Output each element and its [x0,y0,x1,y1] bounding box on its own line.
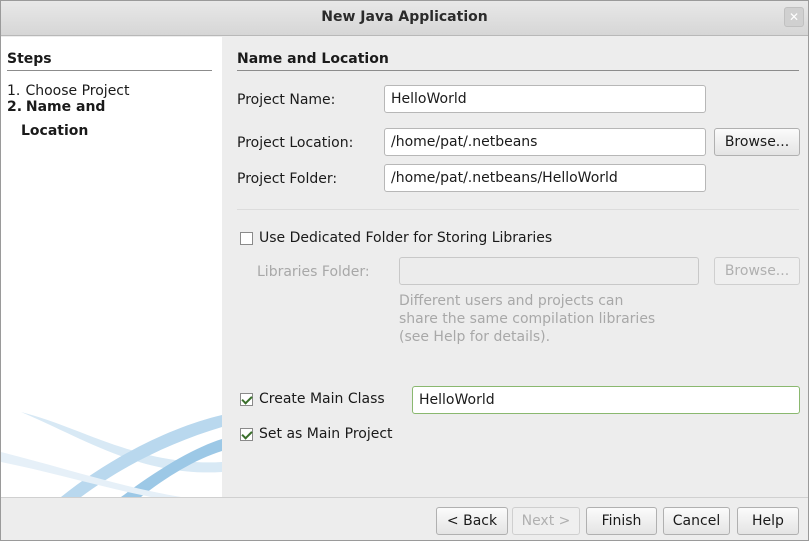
main-class-field[interactable] [412,386,800,414]
dedicated-folder-checkbox[interactable]: Use Dedicated Folder for Storing Librari… [240,230,552,246]
create-main-class-checkbox[interactable]: Create Main Class [240,391,385,407]
project-name-field[interactable] [384,85,706,113]
project-location-label: Project Location: [237,135,354,151]
decorative-wave-graphic [1,412,222,497]
name-and-location-panel: Name and Location Project Name: Project … [223,37,808,497]
dedicated-folder-label: Use Dedicated Folder for Storing Librari… [259,230,553,246]
steps-divider [7,70,212,71]
button-bar: < Back Next > Finish Cancel Help [1,497,808,540]
step-name-and-location: 2. Name and [7,99,105,115]
new-java-application-dialog: New Java Application ✕ Steps 1. Choose P… [0,0,809,541]
close-icon: ✕ [788,10,800,24]
next-button[interactable]: Next > [512,507,580,535]
help-button[interactable]: Help [737,507,799,535]
panel-title: Name and Location [237,51,389,67]
steps-panel: Steps 1. Choose Project 2. Name and Loca… [1,37,222,497]
steps-title: Steps [7,51,52,67]
set-main-project-label: Set as Main Project [259,426,393,442]
close-button[interactable]: ✕ [784,7,804,27]
finish-button[interactable]: Finish [586,507,657,535]
browse-libraries-button[interactable]: Browse... [714,257,800,285]
step-label-continued: Location [21,123,89,139]
step-choose-project: 1. Choose Project [7,83,130,99]
step-number: 2. [7,99,23,115]
title-bar[interactable]: New Java Application ✕ [1,1,808,36]
step-label: Name and [25,99,106,115]
libraries-help-text: Different users and projects can share t… [399,293,656,345]
checkbox-checked-icon[interactable] [240,427,253,441]
back-button[interactable]: < Back [436,507,508,535]
checkbox-unchecked-icon[interactable] [240,231,253,245]
create-main-class-label: Create Main Class [259,391,385,407]
section-separator [237,209,799,210]
window-title: New Java Application [321,9,488,25]
set-main-project-checkbox[interactable]: Set as Main Project [240,426,393,442]
browse-location-button[interactable]: Browse... [714,128,800,156]
project-name-label: Project Name: [237,92,336,108]
project-location-field[interactable] [384,128,706,156]
libraries-folder-label: Libraries Folder: [257,264,370,280]
project-folder-field[interactable] [384,164,706,192]
project-folder-label: Project Folder: [237,171,338,187]
step-number: 1. [7,83,21,99]
cancel-button[interactable]: Cancel [663,507,730,535]
checkbox-checked-icon[interactable] [240,392,253,406]
step-label: Choose Project [25,83,130,99]
panel-title-divider [237,70,799,71]
libraries-folder-field[interactable] [399,257,699,285]
